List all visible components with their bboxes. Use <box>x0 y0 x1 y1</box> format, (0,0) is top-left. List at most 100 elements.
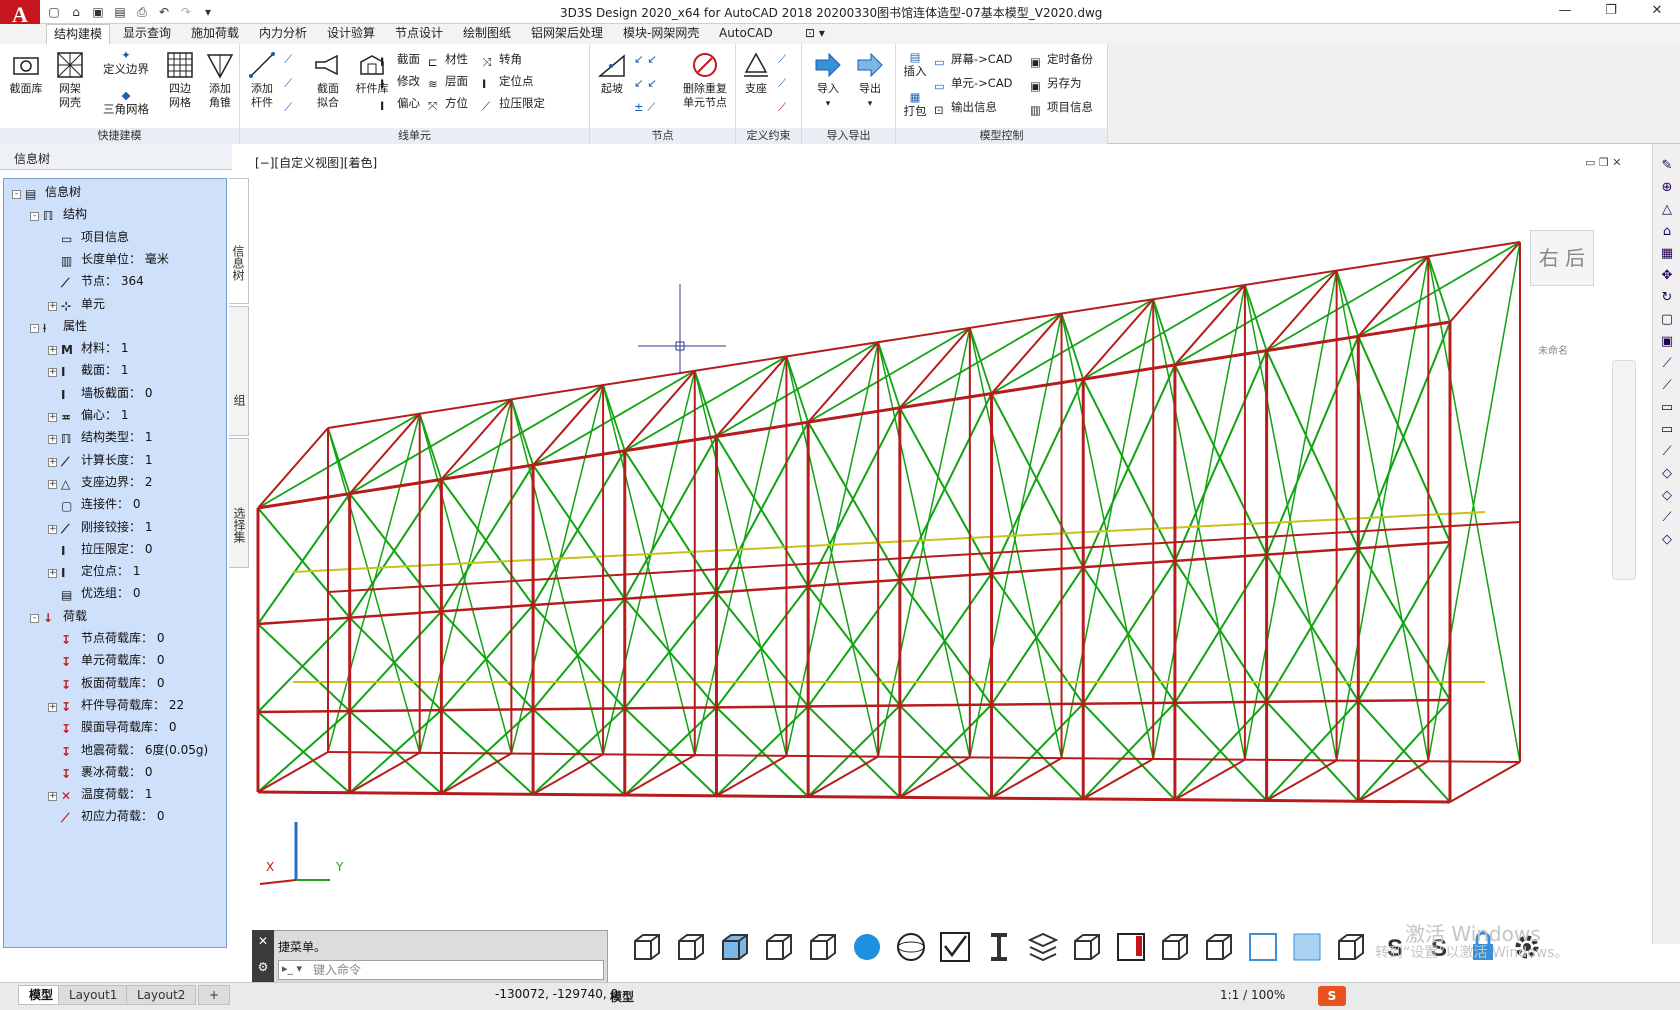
tree-node[interactable]: - ↓ 荷载 <box>30 607 87 625</box>
command-input[interactable]: 键入命令 <box>278 960 604 980</box>
locate-point-button[interactable]: I 定位点 <box>482 74 534 91</box>
triangle-grid-button[interactable]: ◆ 三角网格 <box>96 88 156 116</box>
display-tool-sphere-wire-icon[interactable] <box>894 930 928 964</box>
element-to-cad-button[interactable]: ▭ 单元->CAD <box>934 76 1013 93</box>
undo-icon[interactable]: ↶ <box>154 3 174 21</box>
screen-to-cad-button[interactable]: ▭ 屏幕->CAD <box>934 52 1013 69</box>
display-tool-cube-wire-icon[interactable] <box>674 930 708 964</box>
tree-node[interactable]: ↧ 节点荷载库： 0 <box>48 629 164 647</box>
right-tool-icon[interactable]: ⟋ <box>1657 508 1677 528</box>
tree-expander-icon[interactable]: - <box>30 212 39 222</box>
section-fit-button[interactable]: 截面 拟合 <box>308 50 348 110</box>
display-tool-corner-icon[interactable] <box>1158 930 1192 964</box>
tree-node[interactable]: ↧ 膜面导荷载库： 0 <box>48 718 176 736</box>
right-tool-icon[interactable]: △ <box>1657 200 1677 220</box>
tree-node[interactable]: - ℿ 结构 <box>30 205 87 223</box>
layout-tab-1[interactable]: Layout1 <box>58 985 129 1005</box>
tree-node[interactable]: + ≖ 偏心： 1 <box>48 406 128 424</box>
timed-backup-button[interactable]: ▣ 定时备份 <box>1030 52 1093 69</box>
tree-node[interactable]: + △ 支座边界： 2 <box>48 473 152 491</box>
layer-button[interactable]: ≋ 层面 <box>428 74 468 91</box>
display-tool-cube-solid-icon[interactable] <box>718 930 752 964</box>
eccentric-button[interactable]: I 偏心 <box>380 96 420 113</box>
tab-internal-force[interactable]: 内力分析 <box>252 24 314 44</box>
add-layout-button[interactable]: + <box>198 985 231 1005</box>
display-tool-cube-wire-icon[interactable] <box>630 930 664 964</box>
tab-display-query[interactable]: 显示查询 <box>116 24 178 44</box>
right-tool-icon[interactable]: ⟋ <box>1657 442 1677 462</box>
display-tool-corner-dash-icon[interactable] <box>1202 930 1236 964</box>
tab-draw[interactable]: 绘制图纸 <box>456 24 518 44</box>
tree-expander-icon[interactable]: - <box>30 613 39 623</box>
display-tool-i-beam-icon[interactable] <box>982 930 1016 964</box>
display-tool-cube-iso-icon[interactable] <box>762 930 796 964</box>
tree-node[interactable]: ↧ 裹冰荷载： 0 <box>48 763 152 781</box>
tree-expander-icon[interactable]: + <box>48 569 57 579</box>
orientation-button[interactable]: ⤧ 方位 <box>428 96 468 113</box>
member-tool-3[interactable]: ⟋ <box>284 100 292 114</box>
add-member-button[interactable]: 添加 杆件 <box>244 50 280 110</box>
right-tool-icon[interactable]: ✎ <box>1657 156 1677 176</box>
tree-node[interactable]: + ⟋ 计算长度： 1 <box>48 451 152 469</box>
right-tool-icon[interactable]: ▢ <box>1657 310 1677 330</box>
redo-icon[interactable]: ↷ <box>176 3 196 21</box>
right-tool-icon[interactable]: ⟋ <box>1657 376 1677 396</box>
display-tool-sphere-icon[interactable] <box>850 930 884 964</box>
command-close-icon[interactable]: ✕ <box>252 934 274 948</box>
annotation-scale[interactable]: 1:1 / 100% <box>1220 988 1285 1002</box>
right-tool-icon[interactable]: ⌂ <box>1657 222 1677 242</box>
project-info-button[interactable]: ▥ 项目信息 <box>1030 100 1093 117</box>
tree-expander-icon[interactable]: + <box>48 457 57 467</box>
command-settings-icon[interactable]: ⚙ <box>252 960 274 974</box>
import-button[interactable]: 导入 ▾ <box>808 50 848 111</box>
tree-expander-icon[interactable]: + <box>48 301 57 311</box>
member-tool-2[interactable]: ⟋ <box>284 76 292 90</box>
tab-node-design[interactable]: 节点设计 <box>388 24 450 44</box>
tree-node[interactable]: ▭ 项目信息 <box>48 228 129 246</box>
tree-node[interactable]: ↧ 单元荷载库： 0 <box>48 651 164 669</box>
tab-autocad[interactable]: AutoCAD <box>712 24 780 44</box>
tree-node[interactable]: ⟋ 节点： 364 <box>48 272 144 290</box>
display-tool-rect-fill-icon[interactable] <box>1290 930 1324 964</box>
tree-expander-icon[interactable]: + <box>48 479 57 489</box>
tree-node[interactable]: I 拉压限定： 0 <box>48 540 152 558</box>
tree-node[interactable]: + ✕ 温度荷载： 1 <box>48 785 152 803</box>
display-tool-layers-icon[interactable] <box>1026 930 1060 964</box>
display-tool-dashes-icon[interactable] <box>1334 930 1368 964</box>
add-pyramid-button[interactable]: 添加 角锥 <box>200 50 240 110</box>
right-tool-icon[interactable]: ⟋ <box>1657 354 1677 374</box>
right-tool-icon[interactable]: ▦ <box>1657 244 1677 264</box>
side-tab-info-tree[interactable]: 信息树 <box>229 178 249 304</box>
modify-button[interactable]: I 修改 <box>380 74 420 91</box>
output-info-button[interactable]: ⊡ 输出信息 <box>934 100 997 117</box>
open-file-icon[interactable]: ⌂ <box>66 3 86 21</box>
tree-node[interactable]: I 墙板截面： 0 <box>48 384 152 402</box>
display-tool-check-icon[interactable] <box>938 930 972 964</box>
pack-button[interactable]: ▦ 打包 <box>902 90 928 118</box>
node-tool-1[interactable]: ↙ ↙ <box>634 52 657 66</box>
tab-structure-modeling[interactable]: 结构建模 <box>46 24 111 44</box>
tree-node[interactable]: + ⟋ 刚接铰接： 1 <box>48 518 152 536</box>
tree-node[interactable]: ▢ 连接件： 0 <box>48 495 140 513</box>
right-tool-icon[interactable]: ⊕ <box>1657 178 1677 198</box>
tree-node[interactable]: + I 定位点： 1 <box>48 562 140 580</box>
tree-node[interactable]: ↧ 板面荷载库： 0 <box>48 674 164 692</box>
section-library-button[interactable]: 截面库 <box>4 50 48 96</box>
right-tool-icon[interactable]: ↻ <box>1657 288 1677 308</box>
quad-grid-button[interactable]: 四边 网格 <box>160 50 200 110</box>
constraint-tool-3[interactable]: ⟋ <box>778 100 786 114</box>
tree-node[interactable]: + ⊹ 单元 <box>48 295 105 313</box>
right-tool-icon[interactable]: ◇ <box>1657 486 1677 506</box>
tree-expander-icon[interactable]: + <box>48 413 57 422</box>
slope-button[interactable]: 起坡 <box>594 50 630 96</box>
insert-button[interactable]: ▤ 插入 <box>902 50 928 78</box>
tree-expander-icon[interactable]: + <box>48 524 57 534</box>
tree-expander-icon[interactable]: - <box>30 323 39 333</box>
viewcube[interactable]: 右 后 <box>1530 230 1594 286</box>
constraint-tool-1[interactable]: ⟋ <box>778 52 786 66</box>
minimize-icon[interactable]: — <box>1542 0 1588 24</box>
tree-node[interactable]: + ↧ 杆件导荷载库： 22 <box>48 696 184 714</box>
display-tool-cube-cut-icon[interactable] <box>806 930 840 964</box>
tree-expander-icon[interactable]: + <box>48 792 57 802</box>
tree-node[interactable]: ▤ 优选组： 0 <box>48 584 140 602</box>
